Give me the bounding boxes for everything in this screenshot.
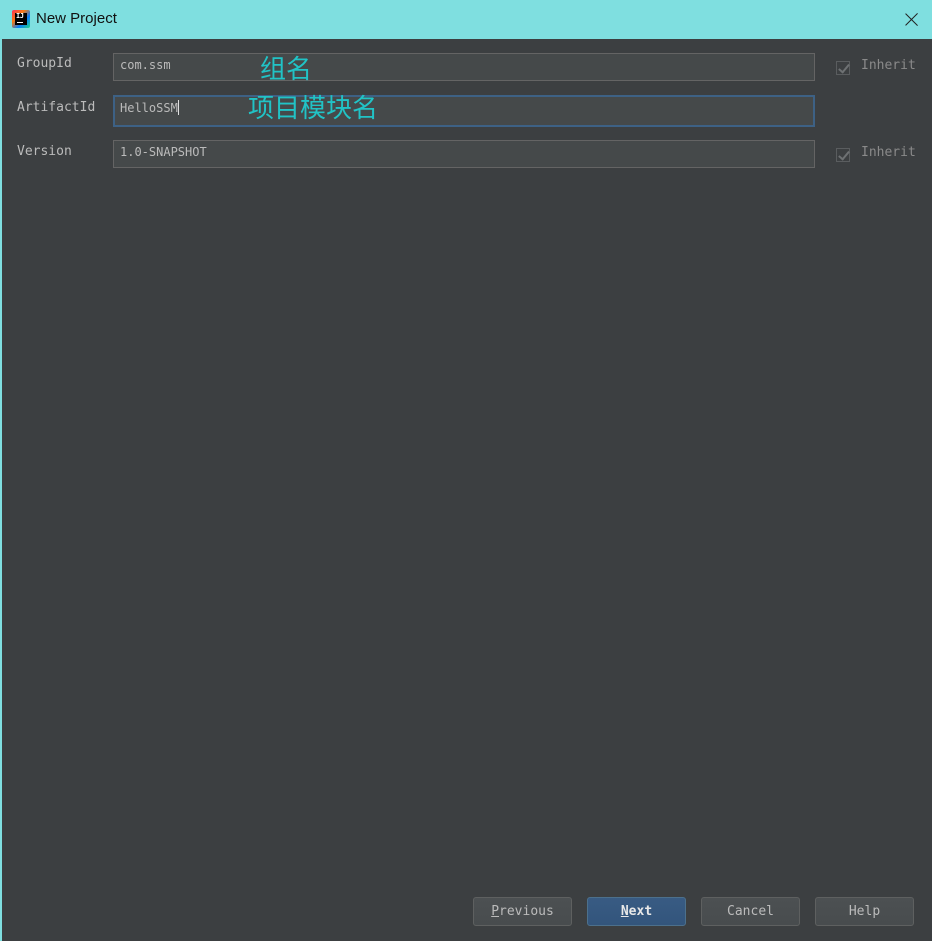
version-inherit-checkbox[interactable] [836, 148, 850, 162]
previous-label: revious [499, 904, 554, 919]
cancel-button[interactable]: Cancel [701, 897, 800, 926]
artifact-id-label: ArtifactId [17, 100, 96, 115]
group-annotation: 组名 [260, 55, 313, 85]
group-id-inherit-checkbox[interactable] [836, 61, 850, 75]
previous-mnemonic: P [491, 904, 500, 919]
new-project-dialog: IJ New Project GroupId com.ssm Inherit 组… [0, 0, 932, 941]
app-icon-text: IJ [16, 12, 24, 20]
title-bar: IJ New Project [1, 1, 931, 38]
artifact-annotation: 项目模块名 [248, 94, 379, 124]
group-id-field[interactable]: com.ssm [113, 53, 815, 81]
version-inherit-label: Inherit [861, 145, 916, 160]
artifact-id-field[interactable]: HelloSSM [113, 95, 815, 127]
version-label: Version [17, 144, 72, 159]
close-icon[interactable] [903, 10, 921, 28]
version-value: 1.0-SNAPSHOT [120, 145, 207, 159]
previous-button[interactable]: Previous [473, 897, 572, 926]
next-mnemonic: N [620, 904, 629, 919]
text-caret [177, 100, 179, 115]
version-field[interactable]: 1.0-SNAPSHOT [113, 140, 815, 168]
group-id-value: com.ssm [120, 58, 171, 72]
help-button[interactable]: Help [815, 897, 914, 926]
next-label: ext [628, 904, 653, 919]
next-button[interactable]: Next [587, 897, 686, 926]
group-id-inherit-label: Inherit [861, 58, 916, 73]
intellij-idea-icon: IJ [12, 10, 30, 28]
artifact-id-value: HelloSSM [120, 101, 178, 115]
group-id-label: GroupId [17, 56, 72, 71]
window-title: New Project [36, 10, 117, 27]
dialog-content: GroupId com.ssm Inherit 组名 ArtifactId He… [2, 39, 932, 941]
